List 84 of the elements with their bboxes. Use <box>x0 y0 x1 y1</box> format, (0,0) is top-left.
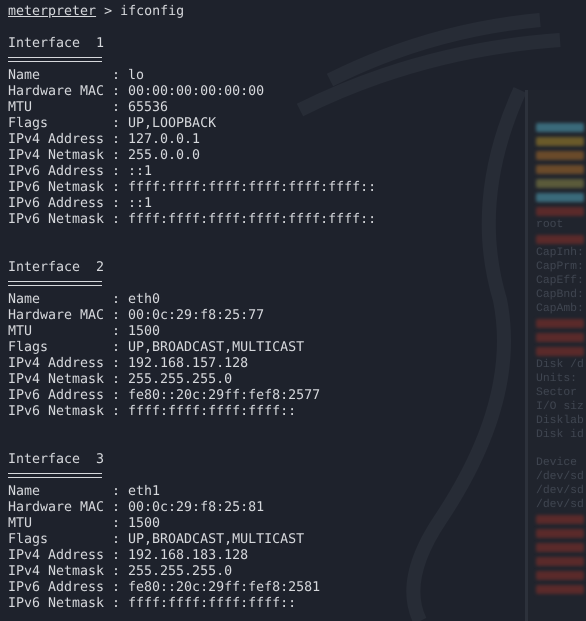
field-label: IPv4 Netmask <box>8 148 106 164</box>
field-value: eth1 <box>128 484 160 500</box>
field-colon: : <box>112 500 122 516</box>
field-label: Hardware MAC <box>8 84 106 100</box>
field-colon: : <box>112 212 122 228</box>
field-value: 255.0.0.0 <box>128 148 200 164</box>
field-label: IPv6 Address <box>8 164 106 180</box>
field-label: IPv6 Netmask <box>8 404 106 420</box>
field-label: Hardware MAC <box>8 500 106 516</box>
field-value: UP,BROADCAST,MULTICAST <box>128 340 304 356</box>
field-colon: : <box>112 340 122 356</box>
field-value: 127.0.0.1 <box>128 132 200 148</box>
command-text: ifconfig <box>120 4 184 20</box>
field-value: ::1 <box>128 164 152 180</box>
interface-title: Interface 1 <box>8 36 104 52</box>
field-colon: : <box>112 100 122 116</box>
field-colon: : <box>112 484 122 500</box>
prompt-separator: > <box>103 4 114 20</box>
field-value: ffff:ffff:ffff:ffff:: <box>128 404 296 420</box>
field-label: MTU <box>8 100 34 116</box>
field-label: IPv4 Address <box>8 548 106 564</box>
field-value: UP,BROADCAST,MULTICAST <box>128 532 304 548</box>
field-value: 1500 <box>128 516 160 532</box>
field-colon: : <box>112 148 122 164</box>
field-label: IPv6 Address <box>8 580 106 596</box>
field-value: 255.255.255.0 <box>128 564 232 580</box>
field-label: Name <box>8 292 42 308</box>
field-colon: : <box>112 84 122 100</box>
field-value: eth0 <box>128 292 160 308</box>
field-colon: : <box>112 564 122 580</box>
interface-title: Interface 2 <box>8 260 104 276</box>
field-label: MTU <box>8 516 34 532</box>
field-colon: : <box>112 596 122 612</box>
field-label: IPv6 Address <box>8 388 106 404</box>
field-colon: : <box>112 132 122 148</box>
field-colon: : <box>112 308 122 324</box>
field-value: ffff:ffff:ffff:ffff:ffff:ffff:: <box>128 180 376 196</box>
field-value: ::1 <box>128 196 152 212</box>
field-value: 255.255.255.0 <box>128 372 232 388</box>
field-value: fe80::20c:29ff:fef8:2581 <box>128 580 320 596</box>
field-colon: : <box>112 404 122 420</box>
field-label: Name <box>8 484 42 500</box>
field-label: Hardware MAC <box>8 308 106 324</box>
field-label: IPv6 Netmask <box>8 180 106 196</box>
field-colon: : <box>112 516 122 532</box>
field-value: 1500 <box>128 324 160 340</box>
field-colon: : <box>112 164 122 180</box>
field-colon: : <box>112 548 122 564</box>
field-colon: : <box>112 372 122 388</box>
field-colon: : <box>112 180 122 196</box>
field-value: 00:00:00:00:00:00 <box>128 84 264 100</box>
field-colon: : <box>112 116 122 132</box>
field-label: IPv4 Address <box>8 356 106 372</box>
field-colon: : <box>112 292 122 308</box>
field-label: IPv6 Address <box>8 196 106 212</box>
field-value: ffff:ffff:ffff:ffff:ffff:ffff:: <box>128 212 376 228</box>
field-label: IPv6 Netmask <box>8 596 106 612</box>
field-colon: : <box>112 68 122 84</box>
field-value: fe80::20c:29ff:fef8:2577 <box>128 388 320 404</box>
field-label: Flags <box>8 532 50 548</box>
field-colon: : <box>112 532 122 548</box>
field-label: MTU <box>8 324 34 340</box>
field-colon: : <box>112 580 122 596</box>
field-label: Flags <box>8 116 50 132</box>
interface-title: Interface 3 <box>8 452 104 468</box>
field-value: 192.168.157.128 <box>128 356 248 372</box>
field-label: IPv4 Netmask <box>8 372 106 388</box>
field-value: ffff:ffff:ffff:ffff:: <box>128 596 296 612</box>
field-value: UP,LOOPBACK <box>128 116 216 132</box>
field-colon: : <box>112 324 122 340</box>
field-colon: : <box>112 196 122 212</box>
field-value: 00:0c:29:f8:25:77 <box>128 308 264 324</box>
field-colon: : <box>112 388 122 404</box>
field-value: 00:0c:29:f8:25:81 <box>128 500 264 516</box>
field-label: Name <box>8 68 42 84</box>
field-value: lo <box>128 68 144 84</box>
field-label: IPv4 Netmask <box>8 564 106 580</box>
shell-prompt: meterpreter <box>8 4 96 20</box>
field-label: IPv4 Address <box>8 132 106 148</box>
field-value: 192.168.183.128 <box>128 548 248 564</box>
field-label: IPv6 Netmask <box>8 212 106 228</box>
field-colon: : <box>112 356 122 372</box>
field-label: Flags <box>8 340 50 356</box>
field-value: 65536 <box>128 100 168 116</box>
